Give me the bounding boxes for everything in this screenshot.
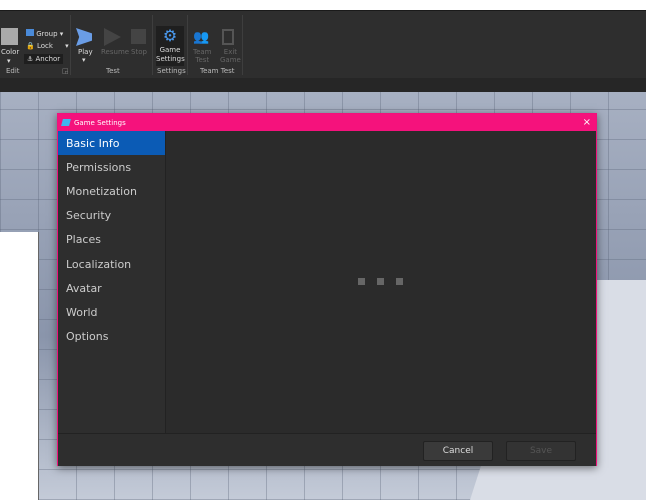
anchor-label: Anchor <box>35 55 61 63</box>
team-test-icon: 👥 <box>193 30 210 45</box>
stop-button[interactable]: Stop <box>131 48 147 56</box>
group-button[interactable]: Group ▾ <box>26 29 63 38</box>
chevron-down-icon[interactable]: ▾ <box>82 56 86 64</box>
anchor-icon: ⚓ <box>27 55 34 63</box>
group-icon <box>26 29 34 36</box>
resume-icon <box>104 28 121 46</box>
play-button[interactable]: Play <box>78 48 93 56</box>
ribbon-footer <box>0 78 646 92</box>
team-test-group-label: Team Test <box>200 67 235 75</box>
lock-label: Lock <box>36 42 53 50</box>
anchor-button[interactable]: ⚓ Anchor <box>24 54 64 64</box>
game-settings-dialog: Game Settings × Basic Info Permissions M… <box>57 113 597 466</box>
sidebar-item-world[interactable]: World <box>58 300 165 324</box>
exit-game-label-2: Game <box>220 56 241 64</box>
expand-icon[interactable]: ◲ <box>62 67 69 75</box>
game-settings-button[interactable]: ⚙ Game Settings <box>156 26 185 66</box>
exit-game-label: Exit <box>223 48 238 56</box>
gear-icon: ⚙ <box>162 26 178 45</box>
test-group-label: Test <box>106 67 120 75</box>
sidebar-item-basic-info[interactable]: Basic Info <box>58 131 165 156</box>
sidebar-item-monetization[interactable]: Monetization <box>58 179 165 203</box>
loading-indicator <box>358 278 403 285</box>
dialog-title: Game Settings <box>74 118 126 127</box>
sidebar-item-security[interactable]: Security <box>58 204 165 228</box>
window-top <box>0 0 646 10</box>
cancel-button[interactable]: Cancel <box>423 441 493 461</box>
side-panel <box>0 232 39 500</box>
game-settings-label-2: Settings <box>156 55 185 63</box>
dialog-titlebar[interactable]: Game Settings × <box>58 114 596 131</box>
sidebar-item-avatar[interactable]: Avatar <box>58 276 165 300</box>
play-icon <box>76 28 92 46</box>
settings-sidebar: Basic Info Permissions Monetization Secu… <box>58 131 166 433</box>
sidebar-item-permissions[interactable]: Permissions <box>58 155 165 179</box>
save-button[interactable]: Save <box>506 441 576 461</box>
team-test-button[interactable]: Team Test <box>193 48 212 64</box>
exit-game-button[interactable]: Exit Game <box>220 48 241 64</box>
close-icon[interactable]: × <box>583 117 591 128</box>
game-settings-label: Game <box>159 46 181 54</box>
exit-game-icon <box>222 29 234 45</box>
lock-button[interactable]: 🔒 Lock ▾ <box>26 42 69 50</box>
resume-button[interactable]: Resume <box>101 48 129 56</box>
lock-icon: 🔒 <box>26 42 35 50</box>
sidebar-item-places[interactable]: Places <box>58 228 165 252</box>
team-test-label: Team <box>193 48 212 56</box>
group-label: Group <box>36 30 58 38</box>
color-button[interactable]: Color <box>1 48 19 56</box>
studio-logo-icon <box>61 119 71 126</box>
ribbon-toolbar: Color ▾ Group ▾ 🔒 Lock ▾ ⚓ Anchor Edit ◲… <box>0 10 646 78</box>
stop-icon <box>131 29 146 44</box>
edit-group-label: Edit <box>6 67 20 75</box>
sidebar-item-localization[interactable]: Localization <box>58 252 165 276</box>
team-test-label-2: Test <box>195 56 210 64</box>
settings-group-label: Settings <box>157 67 186 75</box>
color-swatch[interactable] <box>1 28 18 45</box>
dialog-footer: Cancel Save <box>58 433 596 466</box>
sidebar-item-options[interactable]: Options <box>58 325 165 349</box>
chevron-down-icon[interactable]: ▾ <box>7 57 11 65</box>
